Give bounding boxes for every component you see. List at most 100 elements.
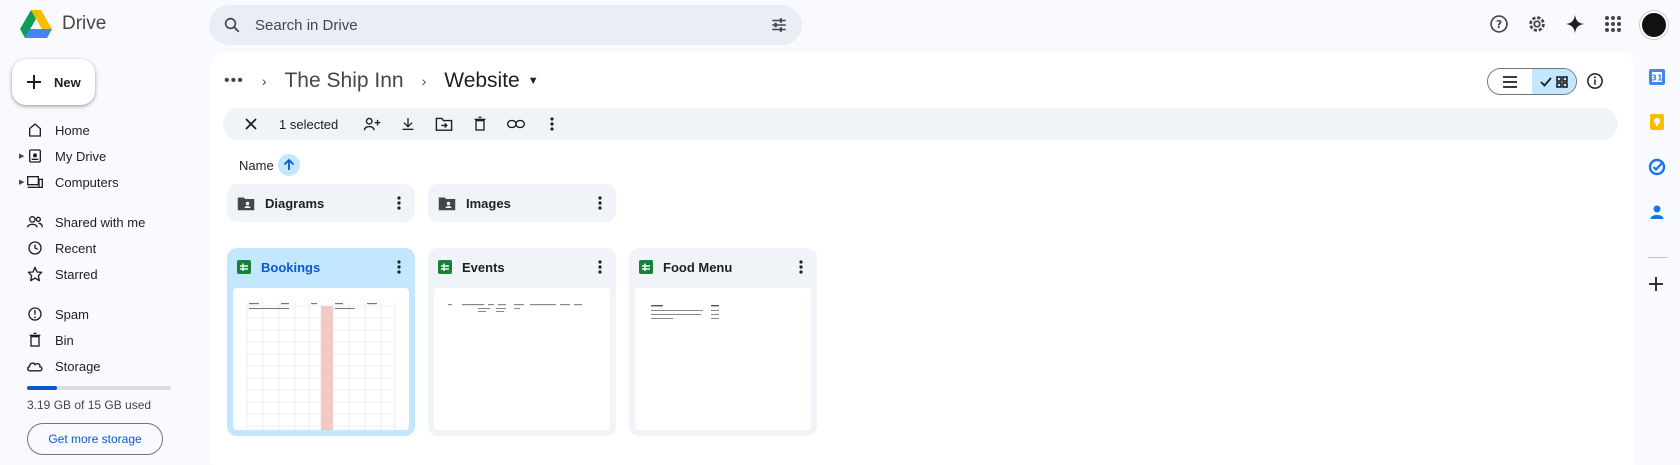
storage-usage-bar [27,386,171,390]
delete-button[interactable] [462,112,498,136]
list-icon [1503,75,1517,88]
file-card-food-menu[interactable]: Food Menu [629,248,817,436]
shared-icon [26,213,44,231]
more-horizontal-icon[interactable]: ••• [224,72,244,90]
file-thumbnail [434,288,610,430]
sort-label: Name [239,157,274,173]
more-vertical-icon[interactable] [588,191,612,215]
file-card-bookings[interactable]: Bookings [227,248,415,436]
file-thumbnail [635,288,811,430]
clear-selection-button[interactable] [233,112,269,136]
file-name: Food Menu [663,259,733,275]
drive-logo[interactable]: Drive [20,10,106,38]
search-icon[interactable] [223,16,241,34]
selection-count: 1 selected [279,116,339,132]
copy-link-button[interactable] [498,112,534,136]
side-panel-rail: 31 [1636,52,1680,465]
close-icon [245,118,257,130]
clock-icon [26,239,44,257]
calendar-icon[interactable]: 31 [1648,68,1668,88]
file-name: Events [462,259,505,275]
list-view-button[interactable] [1488,69,1532,94]
keep-icon[interactable] [1648,113,1668,133]
new-button-label: New [54,74,81,90]
sidebar-item-label: Recent [55,240,97,256]
sidebar-item-label: Storage [55,358,101,374]
sheets-icon [438,260,452,274]
sidebar-item-label: Bin [55,332,74,348]
tasks-icon[interactable] [1648,158,1668,178]
more-vertical-icon[interactable] [789,255,813,279]
check-icon [1540,76,1552,87]
get-more-storage-button[interactable]: Get more storage [27,423,163,455]
sheets-icon [237,260,251,274]
more-vertical-icon[interactable] [387,255,411,279]
new-button[interactable]: New [12,59,95,105]
breadcrumb-parent[interactable]: The Ship Inn [284,69,403,93]
svg-text:31: 31 [1651,74,1663,83]
contacts-icon[interactable] [1648,203,1668,223]
download-button[interactable] [390,112,426,136]
storage-usage-fill [27,386,58,390]
breadcrumb: ••• › The Ship Inn › Website ▼ [224,66,539,96]
sort-by-name[interactable]: Name [239,154,300,176]
share-button[interactable] [354,112,390,136]
sidebar-item-label: Home [55,122,90,138]
chevron-right-icon: › [261,73,267,89]
search-input[interactable]: Search in Drive [255,17,770,34]
sidebar-item-label: Shared with me [55,214,146,230]
gemini-sparkle-icon[interactable] [1563,12,1587,36]
expand-caret-icon[interactable]: ▶ [19,152,24,160]
view-toggle [1487,68,1577,95]
selection-toolbar: 1 selected [223,108,1618,140]
folder-name: Images [466,195,511,211]
settings-gear-icon[interactable] [1525,12,1549,36]
sidebar-item-label: Computers [55,174,119,190]
app-name: Drive [62,13,107,34]
cloud-icon [26,357,44,375]
shared-folder-icon [438,197,456,210]
file-thumbnail [233,288,409,430]
sidebar-item-label: Starred [55,266,98,282]
folder-card-diagrams[interactable]: Diagrams [227,184,415,222]
help-icon[interactable]: ? [1487,12,1511,36]
star-icon [26,265,44,283]
link-icon [507,119,526,129]
more-actions-button[interactable] [534,112,570,136]
trash-icon [474,116,486,131]
search-bar[interactable]: Search in Drive [209,5,802,45]
spam-icon [26,305,44,323]
breadcrumb-current[interactable]: Website [444,69,519,93]
more-vertical-icon [550,117,554,131]
sidebar-item-label: My Drive [55,148,107,164]
grid-view-button[interactable] [1532,69,1576,94]
plus-icon [27,75,41,89]
caret-down-icon[interactable]: ▼ [528,75,539,87]
search-options-icon[interactable] [770,16,788,34]
expand-caret-icon[interactable]: ▶ [19,178,24,186]
account-avatar[interactable] [1640,11,1668,39]
move-to-folder-icon [435,117,453,131]
file-name: Bookings [261,259,321,275]
chevron-right-icon: › [421,73,427,89]
drive-logo-icon [20,10,52,38]
bin-icon [26,331,44,349]
home-icon [26,121,44,139]
folder-card-images[interactable]: Images [428,184,616,222]
svg-text:?: ? [1496,18,1502,31]
info-icon[interactable] [1586,72,1604,95]
more-vertical-icon[interactable] [387,191,411,215]
download-icon [402,118,414,130]
sheets-icon [639,260,653,274]
arrow-up-icon[interactable] [277,154,300,176]
move-button[interactable] [426,112,462,136]
computers-icon [26,173,44,191]
storage-usage-text: 3.19 GB of 15 GB used [27,398,152,412]
grid-icon [1556,75,1568,88]
file-card-events[interactable]: Events [428,248,616,436]
my-drive-icon [26,147,44,165]
more-vertical-icon[interactable] [588,255,612,279]
sidebar-item-label: Spam [55,306,89,322]
add-addon-icon[interactable] [1648,276,1668,296]
apps-grid-icon[interactable] [1601,12,1625,36]
